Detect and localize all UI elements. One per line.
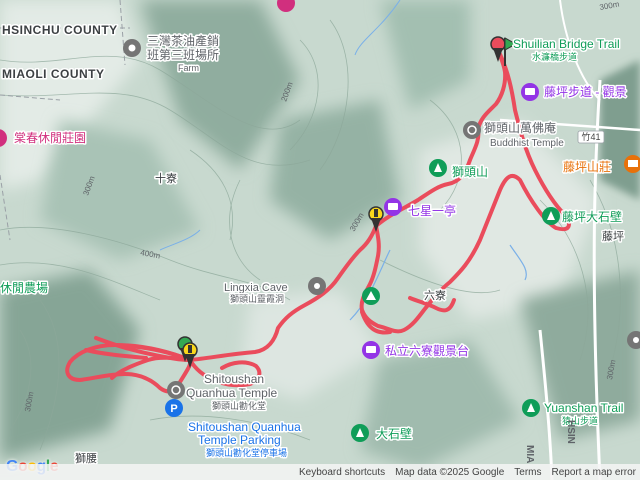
shiliao-label: 十寮 [155,171,177,185]
svg-text:HSIN: HSIN [565,420,576,444]
tengping-rock-label: 藤坪大石壁 [562,209,622,224]
lingxia-cave-zh-label: 獅頭山靈霞洞 [230,293,284,304]
leisure-farm-label: 休閒農場 [0,281,48,295]
shuilian-bridge-en-label: Shuilian Bridge Trail [513,37,620,51]
tengping-inn-label: 藤坪山莊 [563,160,611,174]
shitou-mountain-label: 獅頭山 [452,165,488,179]
yuanshan-en-label: Yuanshan Trail [544,401,623,415]
camping-pin-icon[interactable] [362,287,380,305]
tea-factory-label-2: 班第三班場所 [147,48,219,62]
shuilian-bridge-zh-label: 水濂橋步道 [532,51,577,62]
peak-pin-icon[interactable] [429,159,447,177]
qixing-pavilion-label: 七星一亭 [408,203,456,218]
tengping-label: 藤坪 [602,230,624,243]
tea-factory-label-1: 三灣茶油產銷 [147,33,219,48]
resort-label: 棠春休閒莊園 [14,131,86,145]
terms-link[interactable]: Terms [514,467,541,478]
parking-zh-label: 獅頭山勸化堂停車場 [206,447,287,458]
road-shield: 竹41 [577,130,605,144]
parking-en-label-2: Temple Parking [198,433,281,447]
miaoli-county-label: MIAOLI COUNTY [2,67,105,81]
lookout-pin-icon[interactable] [362,341,380,359]
keyboard-shortcuts-link[interactable]: Keyboard shortcuts [299,467,385,478]
report-map-error-link[interactable]: Report a map error [552,467,636,478]
tengping-trail-label: 藤坪步道 - 觀景 [544,85,627,99]
lingxia-cave-en-label: Lingxia Cave [224,282,288,294]
quanhua-zh-label: 獅頭山勸化堂 [212,400,266,411]
map-canvas[interactable]: P 竹41 HSINCHU COUNTY MIAOLI COUNTY 三灣茶油產… [0,0,640,480]
viewpoint-pin-icon[interactable] [521,83,539,101]
temple-pin-icon[interactable] [463,121,481,139]
parking-pin-icon[interactable]: P [165,399,183,417]
quanhua-en-label-1: Shitoushan [204,372,264,386]
tea-factory-sub-label: Farm [178,63,199,73]
liuliao-label: 六寮 [424,288,446,302]
shiyao-label: 獅腰 [75,451,97,465]
farm-pin-icon[interactable] [123,39,141,57]
parking-en-label-1: Shitoushan Quanhua [188,420,301,434]
svg-text:MIA: MIA [524,445,535,463]
wanfo-temple-en-label: Buddhist Temple [490,138,564,149]
attribution-bar: Keyboard shortcuts Map data ©2025 Google… [0,464,640,480]
svg-text:竹41: 竹41 [581,131,600,142]
pavilion-pin-icon[interactable] [384,198,402,216]
wanfo-temple-zh-label: 獅頭山萬佛庵 [484,120,556,135]
dashibi-label: 大石壁 [376,426,412,441]
quanhua-en-label-2: Quanhua Temple [186,386,278,400]
map-data-text: Map data ©2025 Google [395,466,505,478]
rock-pin-icon[interactable] [542,207,560,225]
svg-text:P: P [170,403,177,415]
liuliao-lookout-label: 私立六寮觀景台 [385,343,469,358]
yuanshan-pin-icon[interactable] [522,399,540,417]
hsinchu-county-label: HSINCHU COUNTY [2,23,118,37]
cave-pin-icon[interactable] [308,277,326,295]
quanhua-temple-pin-icon[interactable] [167,381,185,399]
dashibi-pin-icon[interactable] [351,424,369,442]
